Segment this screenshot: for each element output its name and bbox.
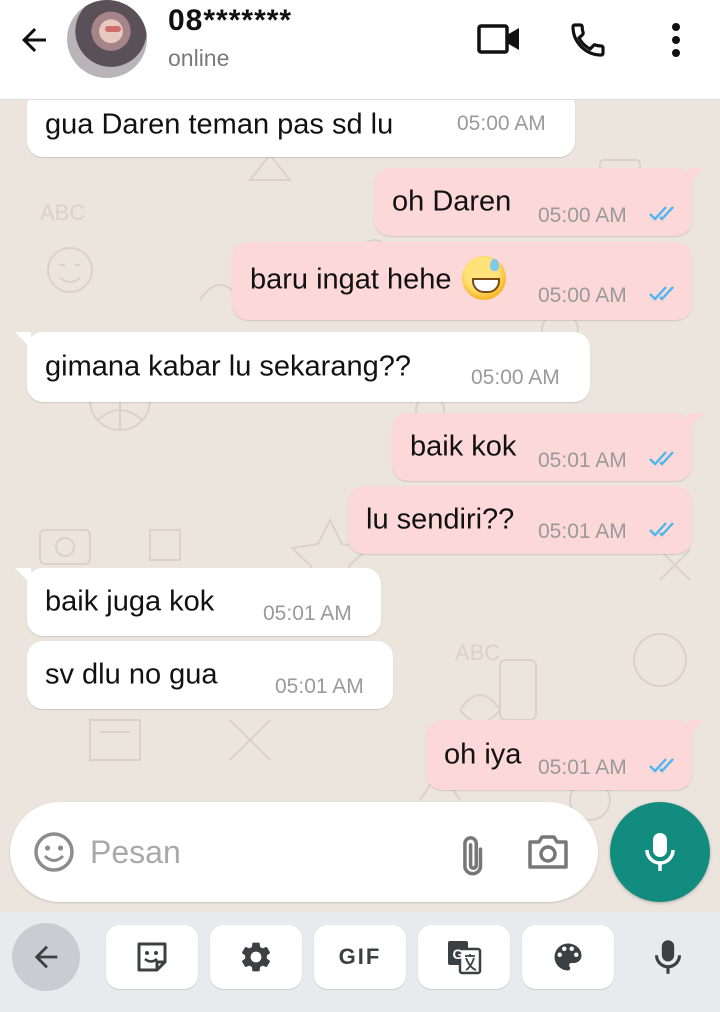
message-time: 05:01 AM bbox=[538, 449, 627, 472]
message-time: 05:01 AM bbox=[263, 602, 352, 625]
back-arrow-icon bbox=[34, 945, 58, 969]
message-text: sv dlu no gua bbox=[45, 658, 218, 691]
message-bubble-incoming[interactable]: baik juga kok 05:01 AM bbox=[15, 568, 381, 636]
chat-header: 08******* online bbox=[0, 0, 720, 100]
voice-typing-button[interactable] bbox=[626, 925, 710, 989]
read-ticks-icon bbox=[649, 451, 674, 466]
sticker-icon bbox=[137, 942, 167, 972]
contact-avatar[interactable] bbox=[67, 0, 147, 78]
contact-name[interactable]: 08******* bbox=[168, 4, 292, 38]
svg-text:ABC: ABC bbox=[455, 640, 500, 665]
message-time: 05:01 AM bbox=[538, 520, 627, 543]
settings-gear-icon bbox=[241, 942, 271, 972]
sweat-smile-emoji-icon bbox=[461, 256, 506, 300]
message-text: baik juga kok bbox=[45, 585, 215, 618]
svg-text:ABC: ABC bbox=[40, 200, 85, 225]
keyboard-toolbar: GIF G bbox=[0, 912, 720, 1012]
translate-icon: G bbox=[448, 941, 482, 975]
camera-icon[interactable] bbox=[524, 828, 572, 876]
message-text: gimana kabar lu sekarang?? bbox=[45, 350, 411, 383]
message-bubble-outgoing[interactable]: lu sendiri?? 05:01 AM bbox=[348, 486, 692, 554]
message-bubble-incoming[interactable]: sv dlu no gua 05:01 AM bbox=[27, 641, 393, 709]
read-ticks-icon bbox=[649, 286, 674, 301]
keyboard-back-button[interactable] bbox=[12, 923, 80, 991]
message-text: gua Daren teman pas sd lu bbox=[45, 108, 394, 141]
read-ticks-icon bbox=[649, 758, 674, 773]
message-composer bbox=[10, 802, 598, 902]
contact-status: online bbox=[168, 45, 230, 71]
theme-button[interactable] bbox=[522, 925, 614, 989]
video-call-button[interactable] bbox=[475, 16, 523, 64]
message-time: 05:01 AM bbox=[275, 675, 364, 698]
message-bubble-incoming[interactable]: gua Daren teman pas sd lu 05:00 AM bbox=[27, 100, 575, 157]
arrow-left-icon bbox=[22, 28, 46, 52]
read-ticks-icon bbox=[649, 522, 674, 537]
message-bubble-outgoing[interactable]: baik kok 05:01 AM bbox=[392, 413, 704, 481]
message-bubble-outgoing[interactable]: oh iya 05:01 AM bbox=[426, 720, 704, 790]
translate-button[interactable]: G bbox=[418, 925, 510, 989]
sticker-button[interactable] bbox=[106, 925, 198, 989]
gif-button[interactable]: GIF bbox=[314, 925, 406, 989]
phone-icon bbox=[571, 23, 605, 57]
gif-icon: GIF bbox=[338, 944, 382, 969]
message-text: oh Daren bbox=[392, 185, 512, 218]
message-text: baik kok bbox=[410, 430, 517, 463]
mic-icon bbox=[654, 940, 682, 974]
more-options-button[interactable] bbox=[652, 16, 700, 64]
message-bubble-outgoing[interactable]: baru ingat hehe 05:00 AM bbox=[232, 242, 692, 320]
paperclip-icon[interactable] bbox=[448, 828, 496, 876]
emoji-icon[interactable] bbox=[32, 830, 76, 874]
message-input[interactable] bbox=[90, 830, 430, 874]
palette-icon bbox=[554, 943, 582, 971]
chat-area[interactable]: ABC ABC gua Daren teman pas sd lu 05:00 … bbox=[0, 100, 720, 912]
message-time: 05:00 AM bbox=[538, 284, 627, 307]
message-time: 05:00 AM bbox=[471, 366, 560, 389]
message-text: baru ingat hehe bbox=[250, 263, 452, 296]
keyboard-settings-button[interactable] bbox=[210, 925, 302, 989]
voice-record-button[interactable] bbox=[610, 802, 710, 902]
svg-text:G: G bbox=[453, 946, 464, 962]
read-ticks-icon bbox=[649, 206, 674, 221]
message-bubble-outgoing[interactable]: oh Daren 05:00 AM bbox=[374, 168, 704, 236]
voice-call-button[interactable] bbox=[564, 16, 612, 64]
message-time: 05:01 AM bbox=[538, 756, 627, 779]
message-time: 05:00 AM bbox=[538, 204, 627, 227]
message-text: lu sendiri?? bbox=[366, 503, 515, 536]
message-time: 05:00 AM bbox=[457, 112, 546, 135]
video-camera-icon bbox=[477, 24, 519, 54]
message-bubble-incoming[interactable]: gimana kabar lu sekarang?? 05:00 AM bbox=[15, 332, 590, 402]
more-vert-icon bbox=[672, 23, 680, 57]
back-button[interactable] bbox=[12, 18, 56, 62]
message-text: oh iya bbox=[444, 738, 522, 771]
mic-icon bbox=[645, 833, 675, 871]
